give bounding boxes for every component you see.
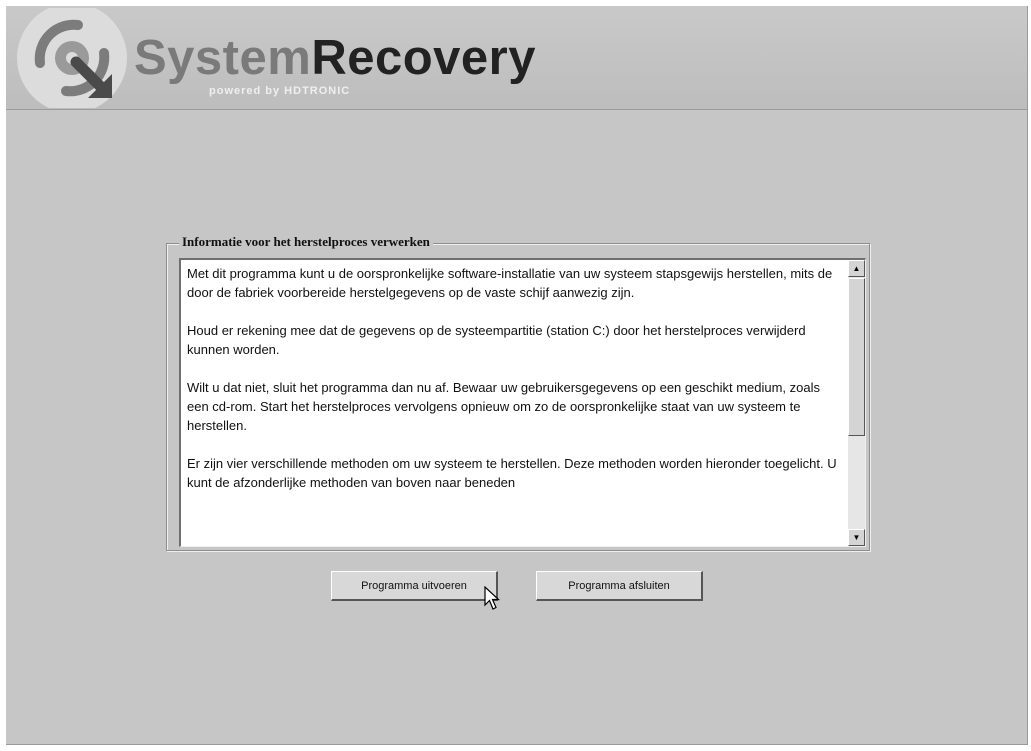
app-title: SystemRecovery [134, 34, 536, 83]
info-paragraph: Er zijn vier verschillende methoden om u… [187, 456, 837, 490]
info-textbox[interactable]: Met dit programma kunt u de oorspronkeli… [179, 258, 866, 547]
scrollbar-thumb[interactable] [848, 278, 865, 436]
system-recovery-window: SystemRecovery powered by HDTRONIC Infor… [6, 6, 1028, 745]
tagline: powered by HDTRONIC [209, 85, 351, 97]
scroll-down-icon[interactable]: ▼ [848, 529, 865, 546]
info-paragraph: Met dit programma kunt u de oorspronkeli… [187, 266, 833, 300]
info-paragraph: Wilt u dat niet, sluit het programma dan… [187, 380, 821, 433]
run-program-button[interactable]: Programma uitvoeren [331, 571, 498, 601]
app-title-system: System [134, 31, 312, 85]
scroll-up-icon[interactable]: ▲ [848, 260, 865, 277]
info-paragraph: Houd er rekening mee dat de gegevens op … [187, 323, 806, 357]
recovery-disc-arrow-icon [17, 8, 127, 108]
info-groupbox: Informatie voor het herstelproces verwer… [166, 234, 870, 551]
info-groupbox-title: Informatie voor het herstelproces verwer… [179, 234, 433, 250]
vertical-scrollbar[interactable]: ▲ ▼ [848, 260, 865, 546]
exit-program-button[interactable]: Programma afsluiten [536, 571, 703, 601]
app-title-recovery: Recovery [311, 31, 536, 85]
info-text: Met dit programma kunt u de oorspronkeli… [187, 264, 843, 511]
header-banner: SystemRecovery powered by HDTRONIC [6, 6, 1027, 110]
